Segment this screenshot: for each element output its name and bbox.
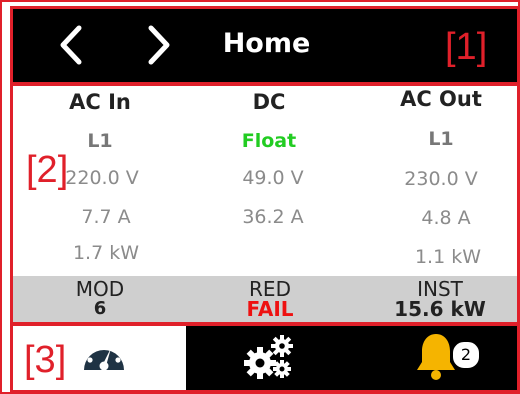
tab-alarms[interactable]: 2 — [351, 324, 520, 390]
dc-heading: DC — [252, 90, 286, 114]
status-strip: MOD 6 RED FAIL INST 15.6 kW — [13, 276, 520, 322]
ac-out-current: 4.8 A — [421, 207, 471, 229]
mode-label: MOD — [75, 277, 125, 301]
alarm-count-badge: 2 — [451, 340, 481, 370]
instant-power-label: INST — [417, 277, 463, 301]
page-title: Home — [222, 28, 311, 59]
annotation-label-2: [2] — [26, 149, 69, 191]
annotation-label-1: [1] — [445, 26, 488, 68]
redundancy-value: FAIL — [246, 297, 294, 321]
header-bar: Home — [13, 8, 520, 82]
dc-current: 36.2 A — [242, 206, 304, 228]
tab-bar: 2 — [13, 324, 520, 390]
ac-out-power: 1.1 kW — [414, 246, 482, 268]
ac-out-voltage: 230.0 V — [404, 168, 478, 190]
dc-state: Float — [241, 130, 297, 152]
instant-power-value: 15.6 kW — [394, 297, 486, 321]
ac-out-phase: L1 — [428, 128, 454, 150]
redundancy-label: RED — [249, 277, 291, 301]
gears-icon — [244, 335, 293, 379]
dc-voltage: 49.0 V — [242, 167, 304, 189]
ac-out-heading: AC Out — [400, 87, 482, 111]
annotation-label-3: [3] — [24, 339, 67, 381]
ac-in-power: 1.7 kW — [72, 242, 140, 264]
ac-in-current: 7.7 A — [81, 206, 131, 228]
ac-in-heading: AC In — [69, 90, 131, 114]
mode-value: 6 — [93, 298, 107, 319]
gauge-icon — [84, 341, 124, 371]
tab-settings[interactable] — [186, 324, 351, 390]
